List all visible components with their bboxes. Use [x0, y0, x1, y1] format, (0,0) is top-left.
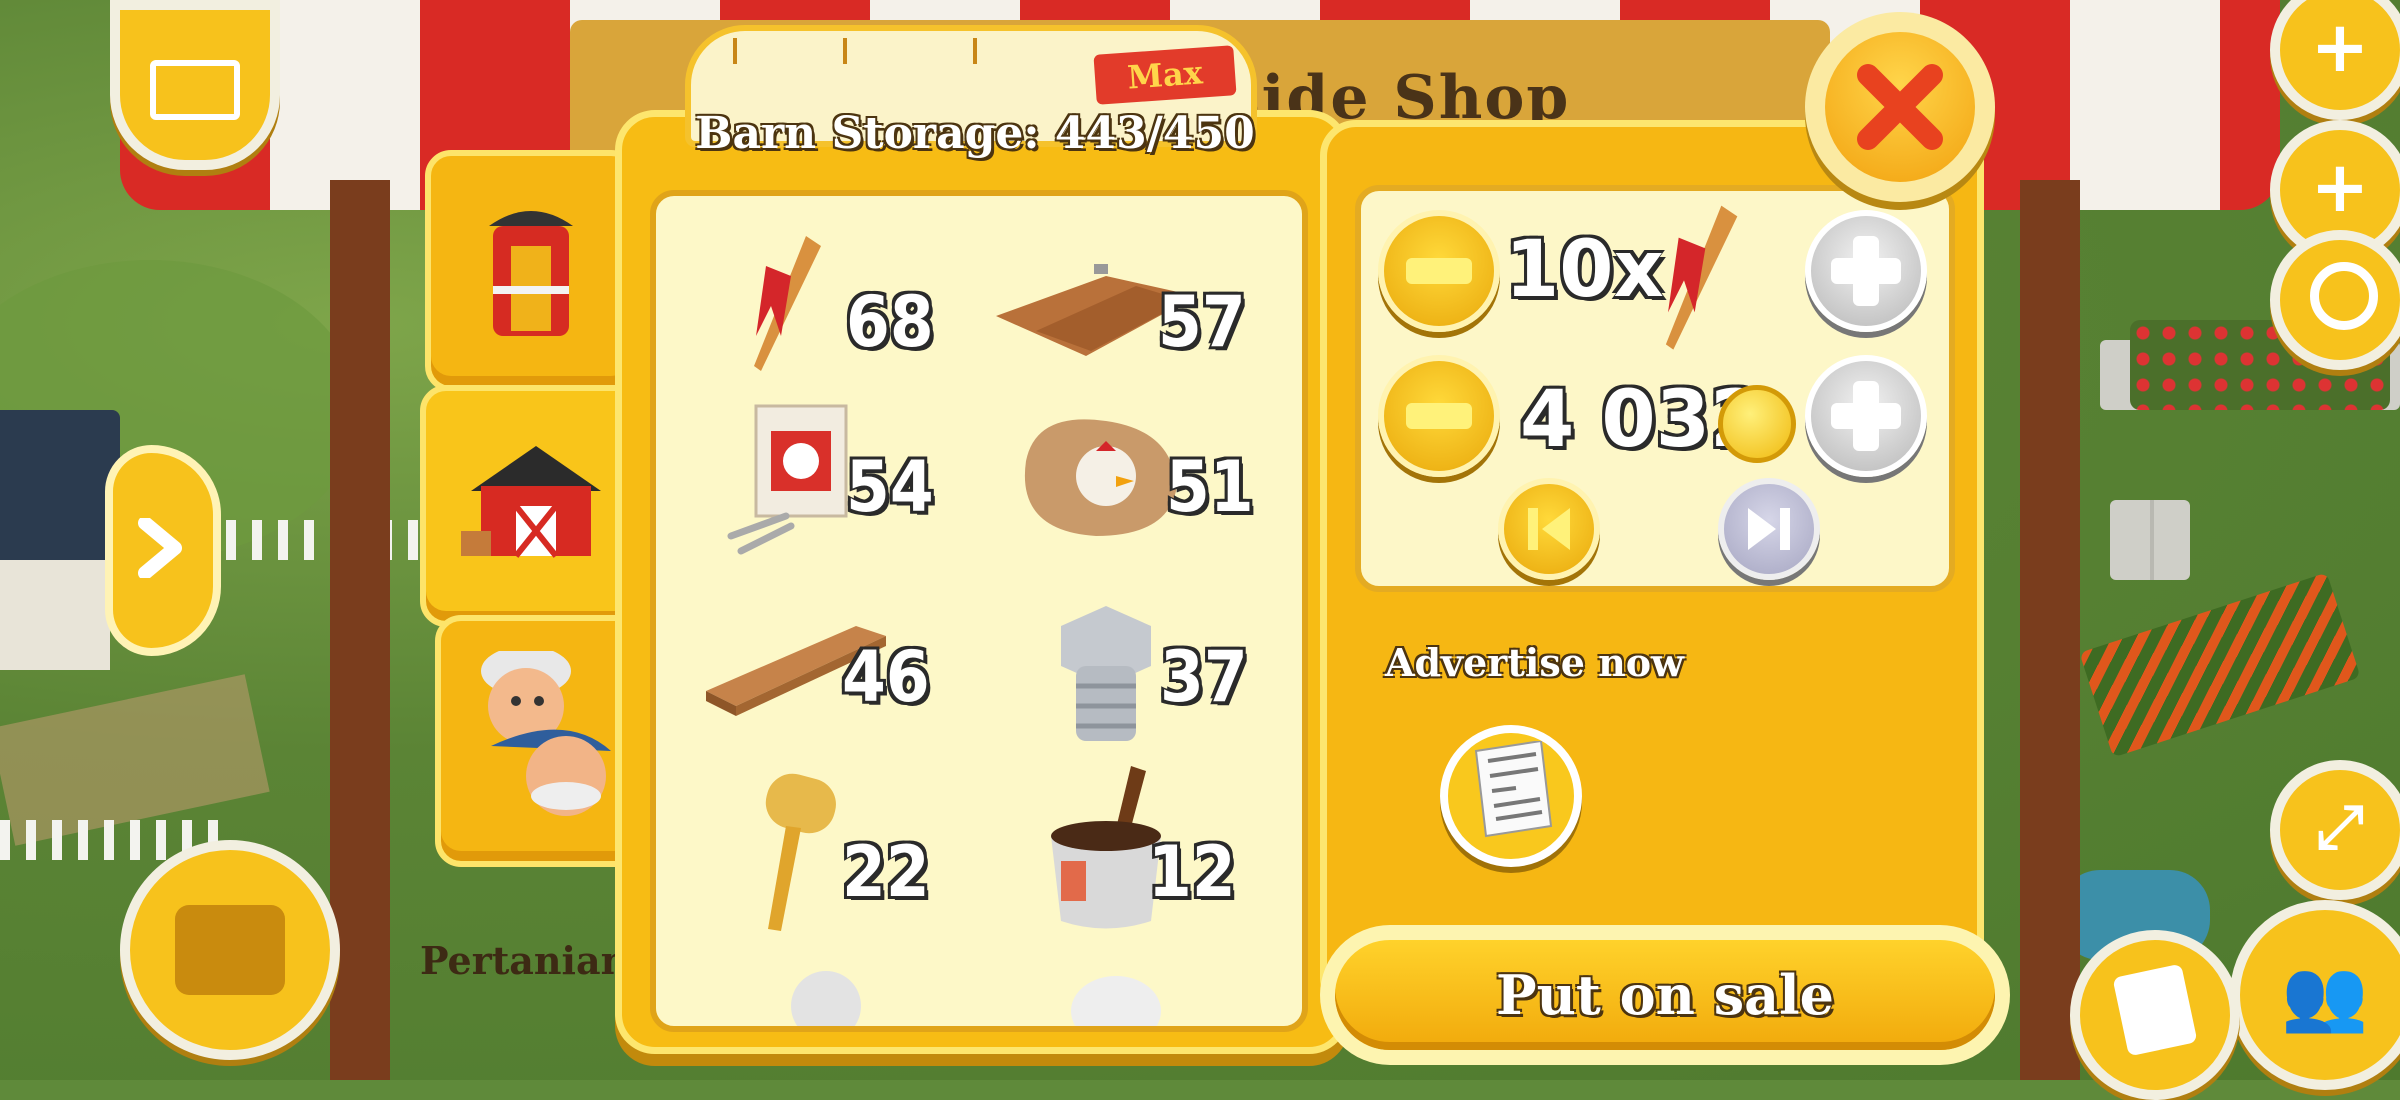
item-quantity: 68	[846, 281, 934, 363]
min-price-button[interactable]	[1498, 478, 1600, 580]
advertise-button[interactable]	[1440, 725, 1582, 867]
milk-silo-icon	[489, 211, 573, 336]
inventory-item-planks[interactable]: 57	[976, 196, 1296, 376]
inventory-item-screw[interactable]	[656, 956, 976, 1026]
increase-quantity-button[interactable]	[1805, 210, 1927, 332]
inventory-item-wood-stake[interactable]: 68	[656, 196, 976, 376]
farmer-faces-icon	[481, 651, 611, 816]
item-quantity: 51	[1166, 446, 1254, 528]
coin-icon	[1718, 385, 1796, 463]
envelope-icon	[150, 60, 240, 120]
inventory-item-wood-plank[interactable]: 46	[656, 576, 976, 756]
selected-item-wood-stake-icon	[1665, 205, 1738, 350]
inventory-item-roll[interactable]	[976, 956, 1296, 1026]
chevron-right-icon	[138, 518, 182, 578]
skip-to-end-icon	[1748, 508, 1790, 550]
cards-icon	[2112, 963, 2198, 1057]
close-button[interactable]	[1825, 32, 1975, 182]
screw-icon	[791, 971, 861, 1026]
cards-button[interactable]	[2070, 930, 2240, 1100]
inventory-item-nails-box[interactable]: 54	[656, 386, 976, 566]
inventory-item-mallet[interactable]: 22	[656, 766, 976, 946]
plus-icon: +	[2310, 146, 2370, 228]
item-quantity: 54	[846, 446, 934, 528]
put-on-sale-button[interactable]: Put on sale	[1335, 940, 1995, 1050]
item-quantity: 22	[842, 831, 930, 913]
expand-icon: ⤢	[2316, 792, 2364, 862]
shop-cash-register-button[interactable]	[120, 840, 340, 1060]
previous-shop-button[interactable]	[105, 445, 221, 656]
expand-view-button[interactable]: ⤢	[2270, 760, 2400, 900]
cash-register-icon	[175, 905, 285, 995]
increase-price-button[interactable]	[1805, 355, 1927, 477]
advertise-label: Advertise now	[1385, 640, 1684, 685]
plus-icon: +	[2310, 6, 2370, 88]
shop-post-right	[2020, 180, 2080, 1080]
tape-roll-icon	[1071, 976, 1161, 1026]
barn-storage-title: Barn Storage: 443/450	[695, 108, 1255, 159]
skip-to-start-icon	[1528, 508, 1570, 550]
wood-stake-icon	[754, 236, 821, 371]
item-quantity: 57	[1158, 281, 1246, 363]
people-icon: 👥	[2281, 954, 2369, 1036]
minus-icon	[1406, 403, 1472, 429]
inventory-grid[interactable]: 68 57 54 51 46 37 22 12	[650, 190, 1308, 1032]
magnifier-icon	[2310, 262, 2378, 330]
nails-box-icon	[727, 404, 848, 555]
inventory-item-paint-bucket[interactable]: 12	[976, 766, 1296, 946]
close-icon	[1857, 64, 1943, 150]
plus-icon-v	[1853, 381, 1879, 451]
bolt-icon	[1061, 606, 1151, 741]
item-quantity: 37	[1160, 636, 1248, 718]
gauge-max-label: Max	[1093, 45, 1237, 105]
decrease-quantity-button[interactable]	[1378, 210, 1500, 332]
item-quantity: 12	[1148, 831, 1236, 913]
feed-sack-icon	[1024, 419, 1176, 536]
decrease-price-button[interactable]	[1378, 355, 1500, 477]
inventory-item-feed-sack[interactable]: 51	[976, 386, 1296, 566]
inventory-item-bolt[interactable]: 37	[976, 576, 1296, 756]
tab-roadside-shop[interactable]	[425, 150, 637, 392]
mallet-icon	[765, 773, 836, 931]
max-price-button[interactable]	[1718, 478, 1820, 580]
plus-icon-v	[1853, 236, 1879, 306]
barn-icon	[461, 446, 601, 558]
newspaper-icon	[1474, 741, 1553, 838]
mail-button[interactable]	[110, 0, 280, 170]
search-button[interactable]	[2270, 230, 2400, 370]
minus-icon	[1406, 258, 1472, 284]
item-quantity: 46	[842, 636, 930, 718]
